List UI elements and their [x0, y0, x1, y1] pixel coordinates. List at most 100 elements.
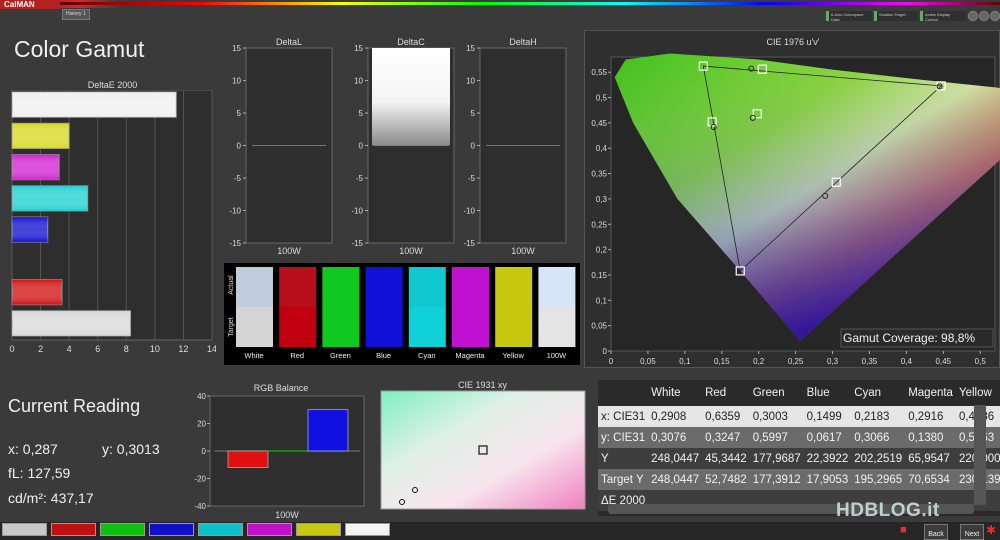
bottom-swatch-100w[interactable]	[345, 523, 390, 536]
deltae-bar-shine	[12, 92, 177, 118]
y-tick-label: 0,15	[591, 271, 607, 280]
table-header: Green	[749, 380, 804, 406]
swatch-label: 100W	[547, 351, 568, 360]
toolbar-button-2[interactable]	[979, 11, 989, 21]
table-header: Red	[702, 380, 750, 406]
swatch-target-red	[279, 307, 317, 347]
y-tick-label: 0,55	[591, 68, 607, 77]
table-cell: 0,2916	[905, 406, 956, 427]
bottom-swatch-cyan[interactable]	[198, 523, 243, 536]
table-cell: 22,3922	[803, 448, 852, 469]
table-cell: x: CIE31	[598, 406, 649, 427]
y-tick-label: 0,45	[591, 119, 607, 128]
table-cell: 0,3003	[749, 406, 804, 427]
table-cell: 0,1380	[905, 427, 956, 448]
bottom-swatch-yellow[interactable]	[296, 523, 341, 536]
deltae-bar-shine	[12, 123, 70, 149]
toolbar-item-target[interactable]: Solution Target	[874, 11, 918, 21]
y-tick-label: -10	[351, 207, 363, 216]
swatch-target-blue	[365, 307, 403, 347]
table-cell: 248,0447	[648, 448, 703, 469]
app-logo[interactable]: CalMAN	[0, 0, 60, 9]
y-tick-label: 0,35	[591, 170, 607, 179]
rgb-bar-red	[227, 450, 269, 468]
current-reading-title: Current Reading	[8, 396, 141, 416]
bottom-swatch-magenta[interactable]	[247, 523, 292, 536]
toolbar-item-display-control[interactable]: Active Display Control	[920, 11, 966, 22]
swatch-actual-100w	[538, 267, 576, 307]
measurement-table[interactable]: WhiteRedGreenBlueCyanMagentaYellow1( x: …	[598, 380, 1000, 516]
y-tick-label: 0	[237, 142, 242, 151]
y-tick-label: 5	[471, 109, 476, 118]
table-cell: 177,9687	[749, 448, 804, 469]
y-tick-label: -40	[194, 502, 206, 511]
swatch-target-cyan	[408, 307, 446, 347]
swatch-label: Yellow	[502, 351, 524, 360]
swatch-actual-red	[279, 267, 317, 307]
gamut-coverage-box: Gamut Coverage: 98,8%	[840, 328, 994, 348]
table-header	[598, 380, 649, 406]
x-tick-label: 0,3	[827, 357, 839, 366]
y-tick-label: 15	[232, 44, 241, 53]
table-cell: 45,3442	[702, 448, 750, 469]
toolbar-button-3[interactable]	[990, 11, 1000, 21]
deltae-bar-shine	[12, 217, 48, 243]
table-cell: 0,5997	[749, 427, 804, 448]
next-button[interactable]: Next	[960, 524, 984, 540]
swatch-target-magenta	[452, 307, 489, 347]
table-cell: 0,0617	[803, 427, 852, 448]
y-tick-label: -5	[468, 174, 476, 183]
table-cell: 0,6359	[702, 406, 750, 427]
table-row[interactable]: x: CIE31 0,2908 0,6359 0,3003 0,1499 0,2183 0,…	[598, 406, 1000, 427]
bottom-swatch-red[interactable]	[51, 523, 96, 536]
table-row[interactable]: Y 248,0447 45,3442 177,9687 22,3922 202,2519 6…	[598, 448, 1000, 469]
table-cell: 0,3247	[702, 427, 750, 448]
table-cell: 65,9547	[905, 448, 956, 469]
back-button[interactable]: Back	[924, 524, 948, 540]
swatch-target-green	[322, 307, 360, 347]
bottom-swatch-blue[interactable]	[149, 523, 194, 536]
y-tick-label: 15	[354, 44, 363, 53]
swatch-label: Blue	[376, 351, 391, 360]
x-tick-label: 0,4	[901, 357, 913, 366]
x-tick-label: 8	[124, 344, 129, 354]
tab-history[interactable]: History 1	[62, 9, 90, 20]
x-tick-label: 0	[9, 344, 14, 354]
delta-chart-1: 15 10 5 0 -5 -10 -15 100W	[351, 44, 455, 256]
record-icon[interactable]: ■	[900, 524, 914, 538]
delta-chart-0: 15 10 5 0 -5 -10 -15 100W	[229, 44, 333, 256]
reading-fl: fL: 127,59	[8, 465, 71, 481]
table-cell: y: CIE31	[598, 427, 649, 448]
y-tick-label: 0,1	[596, 296, 608, 305]
deltae-bar-shine	[12, 279, 62, 305]
table-header: Magenta	[905, 380, 956, 406]
y-tick-label: 0	[471, 142, 476, 151]
reading-x: x: 0,287	[8, 441, 58, 457]
cie1976-panel: CIE 1976 u'v' 0,55 0,5 0,45 0,4 0,35 0,3 0,25 0,…	[584, 30, 1000, 368]
bottom-swatch-white[interactable]	[2, 523, 47, 536]
close-icon[interactable]: ✱	[986, 523, 998, 537]
y-tick-label: 10	[232, 77, 241, 86]
spectrum-strip	[60, 2, 1000, 5]
swatch-actual-cyan	[408, 267, 446, 307]
x-tick-label: 12	[178, 344, 188, 354]
table-row[interactable]: y: CIE31 0,3076 0,3247 0,5997 0,0617 0,3066 0,…	[598, 427, 1000, 448]
y-tick-label: -15	[463, 239, 475, 248]
toolbar-item-colorspace[interactable]: 6-Axis Colorspace Data	[826, 11, 872, 22]
table-row[interactable]: Target Y 248,0447 52,7482 177,3912 17,9053 19…	[598, 469, 1000, 490]
x-tick-label: 0	[609, 357, 614, 366]
table-vertical-scrollbar[interactable]	[974, 405, 986, 505]
rgb-bar-blue	[307, 409, 349, 452]
toolbar-button-1[interactable]	[968, 11, 978, 21]
swatch-label: Magenta	[455, 351, 485, 360]
table-cell: 248,0447	[648, 469, 703, 490]
y-tick-label: 0,2	[596, 246, 608, 255]
x-tick-label: 2	[38, 344, 43, 354]
bottom-swatch-green[interactable]	[100, 523, 145, 536]
y-tick-label: 0,3	[596, 195, 608, 204]
rgb-balance-chart: 40 20 0 -20 -40 100W	[194, 392, 365, 520]
y-tick-label: 0	[603, 347, 608, 356]
swatch-label: Green	[330, 351, 351, 360]
x-tick-label: 0,15	[714, 357, 730, 366]
cie1976-chart: CIE 1976 u'v' 0,55 0,5 0,45 0,4 0,35 0,3 0,25 0,…	[591, 37, 1000, 366]
